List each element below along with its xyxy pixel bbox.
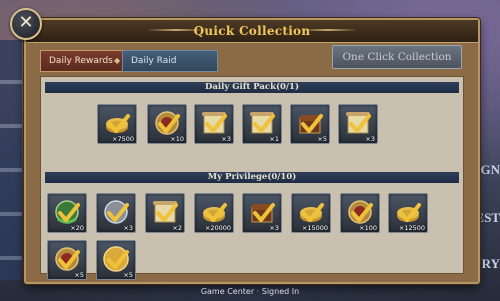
reward-quantity: ×3 [269, 224, 279, 232]
privilege-header: My Privilege(0/10) [45, 172, 459, 183]
quick-collection-dialog: Quick Collection Daily Rewards ◆ Daily R… [24, 18, 480, 284]
reward-item[interactable]: ×5 [290, 104, 330, 144]
reward-quantity: ×15000 [301, 224, 328, 232]
reward-item[interactable]: ×5 [96, 240, 136, 280]
reward-item[interactable]: ×3 [96, 193, 136, 233]
reward-item[interactable]: ×3 [242, 193, 282, 233]
reward-item[interactable]: ×1 [242, 104, 282, 144]
reward-quantity: ×100 [359, 224, 377, 232]
reward-item[interactable]: ×12500 [388, 193, 428, 233]
reward-quantity: ×7500 [112, 135, 134, 143]
close-icon[interactable]: ✕ [18, 12, 33, 33]
dialog-title: Quick Collection [193, 24, 311, 38]
reward-quantity: ×20000 [204, 224, 231, 232]
reward-item[interactable]: ×3 [194, 104, 234, 144]
reward-item[interactable]: ×5 [47, 240, 87, 280]
rewards-content: Daily Gift Pack(0/1) ×7500 ×10 ×3 ×1 ×5 ×3 My… [40, 76, 464, 280]
reward-quantity: ×1 [269, 135, 279, 143]
reward-quantity: ×5 [123, 271, 133, 279]
reward-quantity: ×20 [70, 224, 84, 232]
one-click-collection-button[interactable]: One Click Collection [332, 45, 462, 69]
status-footer: Game Center · Signed In [200, 287, 300, 296]
reward-quantity: ×5 [74, 271, 84, 279]
reward-item[interactable]: ×20 [47, 193, 87, 233]
reward-quantity: ×12500 [398, 224, 425, 232]
reward-quantity: ×3 [365, 135, 375, 143]
daily-gift-header: Daily Gift Pack(0/1) [45, 82, 459, 93]
reward-quantity: ×5 [317, 135, 327, 143]
tab-daily-raid[interactable]: Daily Raid [122, 50, 218, 72]
reward-quantity: ×10 [170, 135, 184, 143]
reward-quantity: ×3 [123, 224, 133, 232]
reward-quantity: ×3 [221, 135, 231, 143]
reward-item[interactable]: ×20000 [194, 193, 234, 233]
reward-quantity: ×2 [172, 224, 182, 232]
reward-item[interactable]: ×3 [338, 104, 378, 144]
reward-item[interactable]: ×7500 [97, 104, 137, 144]
tab-separator-icon: ◆ [114, 56, 121, 65]
reward-item[interactable]: ×2 [145, 193, 185, 233]
dialog-titlebar: Quick Collection [26, 20, 478, 43]
reward-item[interactable]: ×100 [340, 193, 380, 233]
reward-item[interactable]: ×15000 [291, 193, 331, 233]
reward-item[interactable]: ×10 [147, 104, 187, 144]
close-button[interactable]: ✕ [10, 8, 42, 40]
background-side-strip [0, 40, 22, 280]
